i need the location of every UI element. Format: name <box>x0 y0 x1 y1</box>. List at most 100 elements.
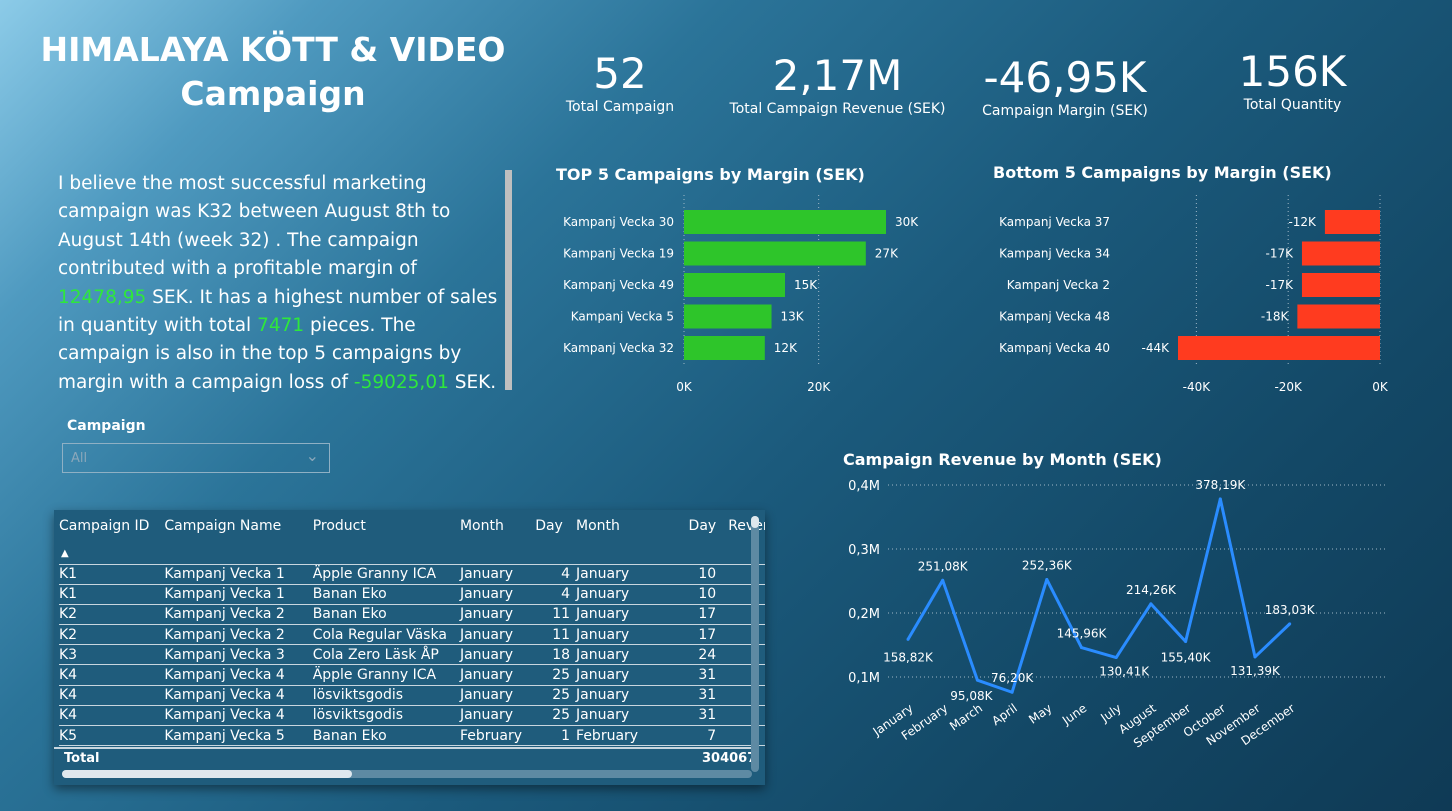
table-cell: February <box>459 725 536 747</box>
table-cell: January <box>459 604 536 626</box>
table-cell: 11 <box>535 624 577 646</box>
x-tick-label: 20K <box>807 380 831 394</box>
category-label: Kampanj Vecka 32 <box>563 341 674 355</box>
table-cell: lösviktsgodis <box>312 705 460 727</box>
table-row[interactable]: K2 Kampanj Vecka 2 Cola Regular Väska Janua… <box>59 624 765 646</box>
bar <box>684 210 886 234</box>
category-label: Kampanj Vecka 34 <box>999 247 1110 261</box>
table-cell: February <box>576 725 680 747</box>
category-label: Kampanj Vecka 30 <box>563 215 674 229</box>
category-label: Kampanj Vecka 5 <box>571 310 674 324</box>
table-cell: 31 <box>679 685 723 706</box>
insight-margin-value: 12478,95 <box>58 286 147 308</box>
data-point <box>1288 622 1292 626</box>
table-cell: Kampanj Vecka 4 <box>164 685 313 706</box>
bar <box>1324 210 1380 234</box>
table-cell: Kampanj Vecka 4 <box>164 705 313 727</box>
column-header[interactable]: Day <box>535 516 576 544</box>
kpi-campaign-margin: -46,95K Campaign Margin (SEK) <box>960 54 1170 120</box>
sort-ascending-icon[interactable]: ▲ <box>59 544 165 565</box>
table-row[interactable]: K1 Kampanj Vecka 1 Banan Eko January 4 Januar… <box>59 584 765 605</box>
text-scrollbar[interactable] <box>505 170 512 390</box>
table-cell: Kampanj Vecka 2 <box>164 624 313 646</box>
table-cell: Cola Zero Läsk ÅP <box>312 644 460 666</box>
column-header[interactable]: Day <box>679 516 722 544</box>
table-horizontal-scrollbar[interactable] <box>62 770 752 778</box>
x-tick-label: June <box>1059 701 1089 728</box>
table-cell: Banan Eko <box>312 604 460 626</box>
table-cell: 10 <box>679 584 723 605</box>
table-cell: January <box>576 644 680 666</box>
column-header[interactable]: Product <box>313 516 460 544</box>
kpi-value: -46,95K <box>983 53 1147 102</box>
table-cell: January <box>459 564 536 585</box>
kpi-label: Total Quantity <box>1243 97 1342 113</box>
data-label: 214,26K <box>1126 583 1177 597</box>
table-cell: K1 <box>59 564 165 585</box>
data-label: -17K <box>1265 278 1294 292</box>
column-header[interactable]: Month <box>576 516 679 544</box>
data-label: 12K <box>774 341 798 355</box>
data-label: 131,39K <box>1230 664 1281 678</box>
table-cell: 11 <box>535 604 577 626</box>
table-cell: 31 <box>679 705 723 727</box>
table-row[interactable]: K2 Kampanj Vecka 2 Banan Eko January 11 Janua… <box>59 604 765 626</box>
table-cell: Kampanj Vecka 5 <box>164 725 313 747</box>
data-point <box>1253 655 1257 659</box>
scrollbar-thumb[interactable] <box>62 770 352 778</box>
table-row[interactable]: K1 Kampanj Vecka 1 Äpple Granny ICA January… <box>59 564 765 585</box>
table-row[interactable]: K4 Kampanj Vecka 4 Äpple Granny ICA January… <box>59 664 765 686</box>
table-cell: Äpple Granny ICA <box>312 664 460 686</box>
table-vertical-scrollbar[interactable] <box>751 516 759 772</box>
table-cell: January <box>576 604 680 626</box>
table-cell: 31 <box>679 664 723 686</box>
kpi-label: Total Campaign <box>565 99 675 115</box>
data-point <box>941 578 945 582</box>
table-cell: 17 <box>679 604 723 626</box>
table-row[interactable]: K3 Kampanj Vecka 3 Cola Zero Läsk ÅP Januar… <box>59 644 765 666</box>
table-cell: January <box>576 564 680 585</box>
bar <box>684 273 785 297</box>
insight-quantity-value: 7471 <box>257 315 305 337</box>
table-cell: 4 <box>535 564 577 585</box>
table-cell: 10 <box>679 564 723 585</box>
table-cell: January <box>459 584 536 605</box>
column-header[interactable]: Month <box>460 516 535 544</box>
table-cell: January <box>576 584 680 605</box>
bar <box>1301 273 1380 297</box>
data-label: 95,08K <box>950 689 993 703</box>
table-row[interactable]: K4 Kampanj Vecka 4 lösviktsgodis January 25 J… <box>59 705 765 727</box>
bottom5-margin-chart: -40K -20K 0K Kampanj Vecka 37 -12K Kampanj Ve… <box>999 195 1389 394</box>
column-header[interactable]: Campaign Name <box>164 516 312 544</box>
data-label: -44K <box>1142 341 1171 355</box>
bar <box>1297 304 1380 329</box>
y-tick-label: 0,3M <box>848 543 880 558</box>
insight-part-4: SEK. <box>448 371 497 393</box>
table-cell: 4 <box>535 584 577 605</box>
scrollbar-thumb[interactable] <box>751 516 759 528</box>
data-label: -17K <box>1265 247 1294 261</box>
table-cell: K2 <box>59 604 165 626</box>
bar <box>684 336 765 360</box>
x-tick-label: -20K <box>1274 380 1303 394</box>
data-point <box>1184 640 1188 644</box>
table-cell: 25 <box>535 705 577 727</box>
campaign-slicer-dropdown[interactable]: All ⌄ <box>62 443 330 473</box>
table-cell: 18 <box>535 644 577 666</box>
y-tick-label: 0,4M <box>848 479 880 494</box>
kpi-value: 156K <box>1238 47 1347 96</box>
table-cell: K4 <box>59 685 165 706</box>
data-label: 76,20K <box>991 671 1034 685</box>
table-row[interactable]: K5 Kampanj Vecka 5 Banan Eko February 1 Febru… <box>59 725 765 747</box>
column-header[interactable]: Campaign ID <box>59 516 164 544</box>
campaign-table: Campaign ID Campaign Name Product Month … <box>54 510 765 785</box>
table-cell: Kampanj Vecka 3 <box>164 644 313 666</box>
table-row[interactable]: K4 Kampanj Vecka 4 lösviktsgodis January 25 J… <box>59 685 765 706</box>
table-cell: lösviktsgodis <box>312 685 460 706</box>
table-cell: January <box>459 664 536 686</box>
table-cell: January <box>459 624 536 646</box>
x-tick-label: -40K <box>1183 380 1212 394</box>
chevron-down-icon[interactable]: ⌄ <box>306 446 319 465</box>
table-cell: Kampanj Vecka 4 <box>164 664 313 686</box>
table-cell: January <box>576 685 680 706</box>
